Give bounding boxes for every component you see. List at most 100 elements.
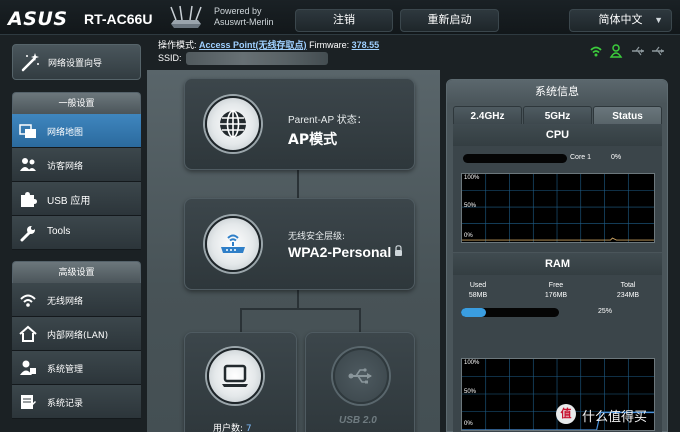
powered-by: Powered by Asuswrt-Merlin bbox=[214, 6, 274, 28]
clients-label: 用户数: bbox=[213, 424, 244, 432]
firmware-brand: Asuswrt-Merlin bbox=[214, 17, 274, 27]
advanced-menu: 无线网络 内部网络(LAN) 系统管理 系统记录 bbox=[12, 283, 141, 419]
sidebar-item-label: Tools bbox=[47, 226, 71, 237]
ssid-redacted bbox=[186, 52, 328, 65]
ram-total: Total 234MB bbox=[603, 281, 653, 301]
model-name: RT-AC66U bbox=[84, 11, 153, 27]
ram-total-value: 234MB bbox=[616, 292, 640, 299]
graph-label-100: 100% bbox=[464, 360, 480, 366]
sidebar-item-lan[interactable]: 内部网络(LAN) bbox=[12, 317, 141, 351]
watermark-text: 什么值得买 bbox=[582, 410, 648, 425]
ram-usage-fill bbox=[461, 308, 486, 317]
quick-setup-label: 网络设置向导 bbox=[48, 59, 103, 69]
ram-usage-bar bbox=[461, 308, 559, 317]
security-level-value: WPA2-Personal bbox=[288, 244, 392, 260]
graph-label-50: 50% bbox=[464, 203, 477, 209]
cpu-usage-graph: 100% 50% 0% bbox=[461, 173, 655, 243]
sidebar-item-administration[interactable]: 系统管理 bbox=[12, 351, 141, 385]
sidebar-item-label: 访客网络 bbox=[47, 162, 84, 172]
network-map-panel: Parent-AP 状态： AP模式 无线安全层级: WPA2-Personal bbox=[147, 70, 440, 432]
graph-label-50: 50% bbox=[464, 389, 477, 395]
security-level-label: 无线安全层级: bbox=[288, 232, 346, 242]
cpu-usage-line bbox=[462, 237, 654, 241]
language-select[interactable]: 简体中文 ▼ bbox=[569, 9, 672, 32]
ram-title: RAM bbox=[453, 253, 662, 275]
usb-icon bbox=[348, 368, 372, 384]
cpu-core-label: Core 1 bbox=[570, 154, 592, 161]
sidebar-item-tools[interactable]: Tools bbox=[12, 216, 141, 250]
ap-status-value: AP模式 bbox=[288, 132, 338, 148]
user-status-icon bbox=[609, 44, 623, 58]
ram-free-value: 176MB bbox=[544, 292, 568, 299]
asus-logo: ASUS bbox=[8, 8, 68, 30]
graph-label-0: 0% bbox=[464, 421, 473, 427]
cpu-usage-percent: 0% bbox=[611, 154, 622, 161]
connector-line bbox=[359, 308, 361, 332]
router-icon bbox=[221, 234, 245, 253]
tab-status[interactable]: Status bbox=[593, 106, 662, 126]
watermark: 值 什么值得买 bbox=[556, 404, 676, 425]
ram-used: Used 58MB bbox=[453, 281, 503, 301]
usb-label: USB 2.0 bbox=[339, 415, 377, 426]
usb-status-icon-2 bbox=[652, 46, 664, 56]
sidebar-item-label: 系统管理 bbox=[47, 365, 84, 375]
sidebar-item-label: 系统记录 bbox=[47, 399, 84, 409]
ap-status-label: Parent-AP 状态： bbox=[288, 115, 367, 126]
wifi-status-icon bbox=[590, 46, 602, 57]
watermark-logo-icon: 值 bbox=[556, 404, 576, 424]
computer-icon bbox=[222, 364, 248, 387]
general-menu: 网络地图 访客网络 USB 应用 Tools bbox=[12, 114, 141, 250]
connector-line bbox=[240, 308, 242, 332]
sidebar-item-wireless[interactable]: 无线网络 bbox=[12, 283, 141, 317]
mode-link[interactable]: Access Point(无线存取点) bbox=[199, 40, 307, 50]
clients-circle bbox=[207, 348, 263, 404]
log-icon bbox=[21, 395, 36, 409]
cpu-title: CPU bbox=[453, 124, 662, 146]
firmware-label: Firmware: bbox=[309, 40, 350, 50]
logout-button[interactable]: 注销 bbox=[295, 9, 393, 32]
wrench-icon bbox=[20, 226, 35, 242]
puzzle-icon bbox=[21, 192, 37, 207]
top-bar: ASUS RT-AC66U Powered by Asuswrt-Merlin … bbox=[0, 0, 680, 35]
sidebar-item-label: 无线网络 bbox=[47, 297, 84, 307]
reboot-button[interactable]: 重新启动 bbox=[400, 9, 499, 32]
firmware-version-link[interactable]: 378.55 bbox=[352, 40, 380, 50]
tab-2-4ghz[interactable]: 2.4GHz bbox=[453, 106, 522, 126]
general-settings-header: 一般设置 bbox=[12, 92, 141, 114]
usb-circle bbox=[333, 348, 389, 404]
powered-by-label: Powered by bbox=[214, 6, 262, 16]
cpu-section: Core 1 0% 100% 50% 0% bbox=[453, 146, 662, 252]
system-info-tabs: 2.4GHz 5GHz Status bbox=[453, 106, 662, 126]
router-logo-icon bbox=[170, 5, 202, 28]
ram-free-label: Free bbox=[548, 282, 564, 289]
cpu-usage-bar bbox=[463, 154, 567, 163]
chevron-down-icon: ▼ bbox=[654, 15, 663, 25]
mode-label: 操作模式: bbox=[158, 40, 197, 50]
router-security-node[interactable]: 无线安全层级: WPA2-Personal bbox=[184, 198, 415, 290]
ram-free: Free 176MB bbox=[531, 281, 581, 301]
ram-usage-percent: 25% bbox=[598, 308, 613, 315]
wifi-icon bbox=[20, 294, 36, 307]
home-icon bbox=[19, 325, 37, 342]
connector-line bbox=[240, 308, 361, 310]
usb-node[interactable]: USB 2.0 bbox=[305, 332, 415, 432]
system-info-title: 系统信息 bbox=[447, 80, 667, 104]
network-map-icon bbox=[19, 124, 36, 138]
clients-node[interactable]: 用户数: 7 bbox=[184, 332, 297, 432]
clients-value[interactable]: 7 bbox=[246, 424, 252, 432]
sidebar-item-usb-apps[interactable]: USB 应用 bbox=[12, 182, 141, 216]
sidebar-item-guest-network[interactable]: 访客网络 bbox=[12, 148, 141, 182]
sidebar-item-label: 内部网络(LAN) bbox=[47, 331, 109, 341]
tab-5ghz[interactable]: 5GHz bbox=[523, 106, 592, 126]
clients-count: 用户数: 7 bbox=[213, 421, 252, 432]
usb-status-icon bbox=[632, 46, 644, 56]
sidebar-item-network-map[interactable]: 网络地图 bbox=[12, 114, 141, 148]
globe-icon bbox=[220, 110, 246, 138]
quick-setup-button[interactable]: 网络设置向导 bbox=[12, 44, 141, 80]
guest-network-icon bbox=[20, 158, 36, 171]
ram-used-value: 58MB bbox=[468, 292, 488, 299]
ram-total-label: Total bbox=[620, 282, 636, 289]
advanced-settings-header: 高级设置 bbox=[12, 261, 141, 283]
parent-ap-node[interactable]: Parent-AP 状态： AP模式 bbox=[184, 78, 415, 170]
sidebar-item-system-log[interactable]: 系统记录 bbox=[12, 385, 141, 419]
